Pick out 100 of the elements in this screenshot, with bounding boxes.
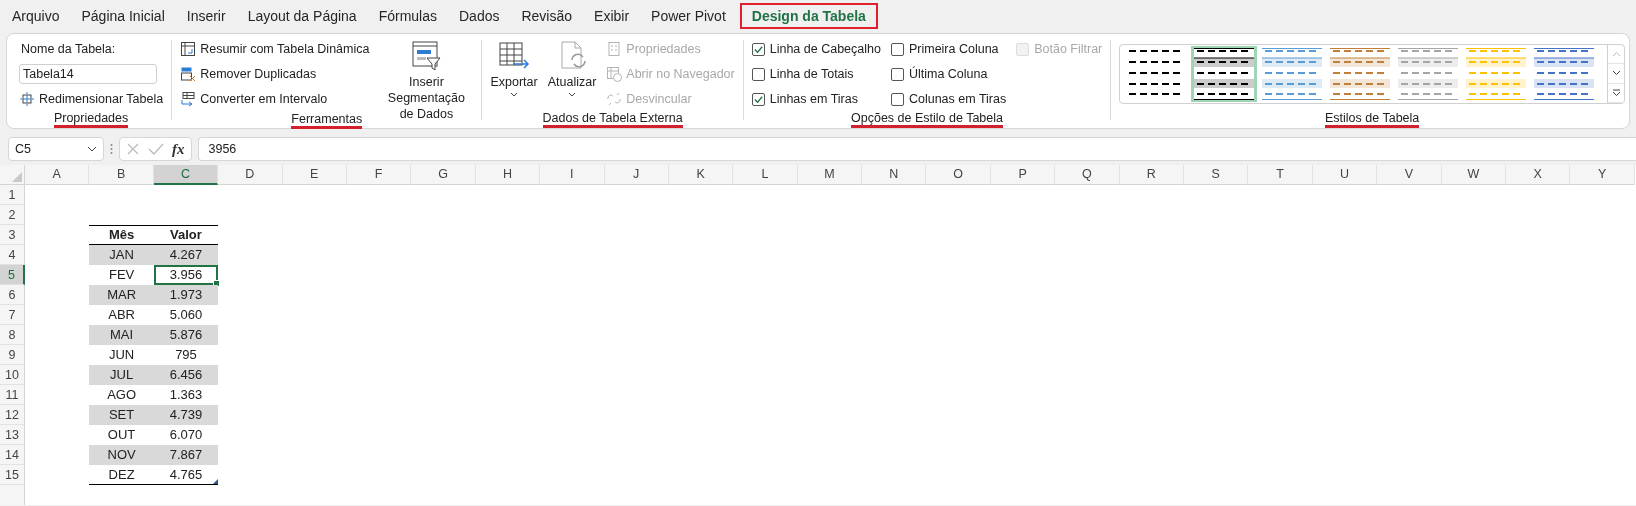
ribbon-tab[interactable]: Layout da Página [236,0,368,32]
column-header[interactable]: R [1119,165,1185,185]
caret-down-icon [1611,70,1621,77]
checkbox-option[interactable]: Última Coluna [890,63,1007,85]
column-header[interactable]: G [411,165,476,185]
table-cell-text: FEV [107,266,136,284]
ribbon-button[interactable]: Resumir com Tabela Dinâmica [180,38,370,60]
column-header[interactable]: C [153,165,219,185]
table-cell-text: OUT [106,426,137,444]
table-name-label: Nome da Tabela: [20,41,117,58]
checkbox-option[interactable]: Linha de Totais [751,63,881,85]
checkbox[interactable] [890,92,904,106]
table-name-field[interactable]: Tabela14 [19,64,157,84]
table-cell: 4.765 [153,465,219,485]
column-header[interactable]: A [25,165,90,185]
column-header[interactable]: N [862,165,927,185]
column-header[interactable]: K [668,165,734,185]
table-cell-text: 795 [174,346,198,364]
table-globe-icon [606,66,623,82]
table-cell-text: 5.060 [168,306,204,324]
name-box[interactable]: C5 [8,137,104,161]
table-cell: 4.739 [153,405,219,425]
table-cell: JUL [89,365,154,385]
group-label: Estilos de Tabela [1325,111,1420,128]
ribbon-button[interactable]: Remover Duplicadas [180,63,370,85]
formula-field[interactable]: 3956 [197,137,1636,161]
ribbon-tab[interactable]: Revisão [510,0,584,32]
table-cell: 7.867 [153,445,219,465]
group-label: Opções de Estilo de Tabela [851,111,1003,128]
filter-panel-icon [410,40,443,72]
table-cell: MAI [89,325,154,345]
group-label: Propriedades [53,111,129,128]
column-header[interactable]: X [1506,165,1571,185]
group-label: Ferramentas [291,112,363,129]
checkbox-option[interactable]: Colunas em Tiras [890,88,1007,110]
column-header[interactable]: U [1312,165,1378,185]
column-header[interactable]: V [1377,165,1442,185]
column-header[interactable]: T [1248,165,1313,185]
ribbon-tab[interactable]: Exibir [583,0,641,32]
table-cell: NOV [89,445,154,465]
column-header[interactable]: Q [1055,165,1120,185]
ribbon-tab[interactable]: Arquivo [1,0,71,32]
ribbon-tab[interactable]: Dados [448,0,511,32]
table-arrows-icon [19,91,35,107]
ribbon-large-button[interactable]: Atualizar [547,38,597,97]
column-header[interactable]: L [733,165,798,185]
expand-icon [1611,88,1621,97]
table-icon [180,41,197,57]
checkbox-option[interactable]: Linha de Cabeçalho [751,38,881,60]
table-cell-text: 6.070 [168,426,204,444]
table-cell-text: JUN [107,346,136,364]
checkbox[interactable] [890,67,904,81]
column-header[interactable]: O [926,165,991,185]
table-cell: 4.267 [153,245,219,265]
group-label: Dados de Tabela Externa [542,111,683,128]
ribbon-tab[interactable]: Power Pivot [640,0,737,32]
table-cell: SET [89,405,154,425]
column-header[interactable]: H [475,165,541,185]
ribbon-tab[interactable]: Página Inicial [70,0,176,32]
table-cell: 5.876 [153,325,219,345]
column-header[interactable]: W [1441,165,1506,185]
column-header[interactable]: E [282,165,347,185]
checkbox-option[interactable]: Linhas em Tiras [751,88,881,110]
checkbox[interactable] [890,42,904,56]
column-header[interactable]: J [604,165,669,185]
table-cell-text: ABR [107,306,136,324]
column-header[interactable]: Y [1570,165,1635,185]
column-header[interactable]: P [990,165,1056,185]
ribbon-tab[interactable]: Design da Tabela [739,3,878,29]
checkbox[interactable] [751,42,765,56]
column-header[interactable]: M [797,165,863,185]
checkbox[interactable] [751,92,765,106]
resize-handle[interactable] [213,479,219,484]
ribbon-button[interactable]: Converter em Intervalo [180,88,370,110]
table-style-swatch[interactable] [1191,46,1258,102]
more-icon [110,143,113,155]
caret-up-icon [1611,51,1621,58]
insert-function-button[interactable]: fx [172,140,185,158]
table-arrow-icon [180,91,197,107]
checkbox-option[interactable]: Primeira Coluna [890,38,1007,60]
table-cell-text: 1.363 [168,386,204,404]
row-header[interactable]: 5 [0,265,25,285]
ribbon-large-button[interactable]: Exportar [490,38,538,97]
ribbon-large-button[interactable]: Inserir Segmentação de Dados [379,38,474,122]
ribbon-tab[interactable]: Inserir [175,0,237,32]
table-cell: JAN [89,245,154,265]
column-header[interactable]: B [89,165,154,185]
table-cell: MAR [89,285,154,305]
column-header[interactable]: I [540,165,605,185]
ribbon-button[interactable]: Redimensionar Tabela [19,88,164,110]
column-header[interactable]: S [1184,165,1249,185]
ribbon-tab[interactable]: Fórmulas [367,0,448,32]
table-x-icon [180,66,197,82]
column-header[interactable]: D [218,165,283,185]
column-header[interactable]: F [346,165,412,185]
table-cell-text: AGO [106,386,138,404]
table-cell: 1.973 [153,285,219,305]
unlink-icon [606,91,623,107]
table-cell: DEZ [89,465,154,485]
checkbox[interactable] [751,67,765,81]
